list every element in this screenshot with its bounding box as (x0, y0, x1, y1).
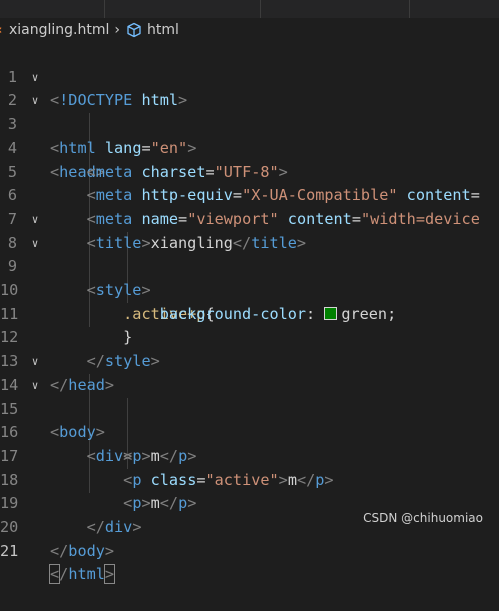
code-editor[interactable]: 1 <!DOCTYPE html> 2 ∨ <html lang="en"> 3… (0, 42, 499, 585)
code-line: 8 ∨ <style> (0, 208, 499, 299)
watermark: CSDN @chihuomiao (363, 511, 483, 525)
line-content: </html> (48, 564, 116, 585)
fold-chevron-down-icon[interactable]: ∨ (27, 232, 43, 256)
chevron-right-icon: › (114, 22, 121, 38)
code-line: 3 ∨ <head> (0, 89, 499, 180)
code-line: 14 ∨ <body> (0, 350, 499, 441)
breadcrumb-symbol[interactable]: html (147, 22, 179, 38)
symbol-box-icon (126, 22, 142, 38)
line-content: </body> (50, 541, 115, 560)
fold-chevron-down-icon[interactable]: ∨ (27, 89, 43, 113)
code-line: 13 </head> (0, 326, 499, 394)
code-line: 6 <meta name="viewport" content="width=d… (0, 161, 499, 228)
code-line: 7 <title>xiangling</title> (0, 184, 499, 252)
code-line: 17 <p class="active">m</p> (0, 421, 499, 489)
fold-chevron-down-icon[interactable]: ∨ (27, 66, 43, 90)
code-line: 2 ∨ <html lang="en"> (0, 66, 499, 157)
tab-divider (104, 0, 105, 18)
code-line: 18 <p>m</p> (0, 445, 499, 513)
tab-divider (409, 0, 410, 18)
breadcrumb: ‹ xiangling.html › html (0, 18, 499, 42)
code-line: 12 </style> (0, 303, 499, 370)
line-number: 21 (0, 541, 19, 560)
code-line: 19 </div> (0, 469, 499, 536)
code-line: 4 <meta charset="UTF-8"> (0, 113, 499, 181)
code-line: 9 ∨ .active+p{ (0, 232, 499, 323)
fold-chevron-down-icon[interactable]: ∨ (27, 350, 43, 374)
code-line: 16 <p>m</p> (0, 398, 499, 465)
breadcrumb-file[interactable]: xiangling.html (9, 22, 109, 38)
fold-chevron-down-icon[interactable]: ∨ (27, 208, 43, 232)
tab-bar (0, 0, 499, 18)
code-line: 10 background-color: green; (0, 255, 499, 323)
html-file-icon: ‹ (0, 23, 9, 38)
code-line: 1 <!DOCTYPE html> (0, 42, 499, 110)
code-line: 11 } (0, 279, 499, 347)
fold-chevron-down-icon[interactable]: ∨ (27, 374, 43, 398)
code-line: 5 <meta http-equiv="X-UA-Compatible" con… (0, 137, 499, 205)
code-line: 15 ∨ <div> (0, 374, 499, 465)
tab-divider (260, 0, 261, 18)
